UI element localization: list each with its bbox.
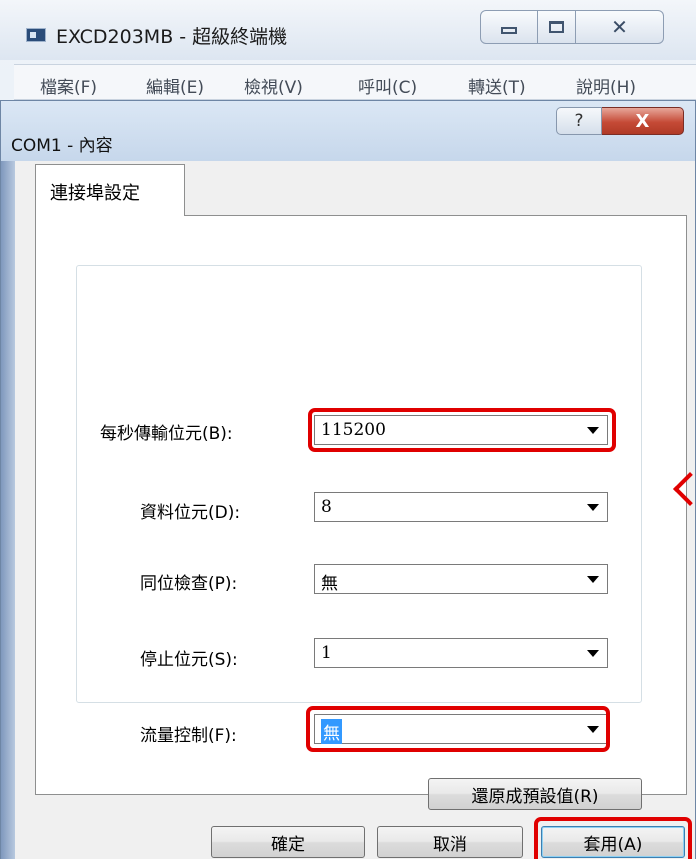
- properties-dialog: COM1 - 內容 ? X 連接埠設定 每秒傳輸位元(B): 115200 資料: [0, 100, 696, 859]
- dialog-client-area: 連接埠設定 每秒傳輸位元(B): 115200 資料位元(D): 8 同位檢查(…: [15, 161, 695, 859]
- help-icon: ?: [574, 111, 584, 131]
- restore-defaults-button[interactable]: 還原成預設值(R): [428, 778, 642, 810]
- help-button[interactable]: ?: [556, 107, 602, 135]
- tab-port-settings[interactable]: 連接埠設定: [35, 164, 185, 216]
- flow-control-select[interactable]: 無: [314, 714, 608, 744]
- baud-rate-label: 每秒傳輸位元(B):: [100, 424, 233, 444]
- baud-rate-value: 115200: [321, 420, 386, 440]
- menu-edit[interactable]: 編輯(E): [146, 73, 204, 98]
- close-icon: ✕: [611, 15, 628, 39]
- flow-control-value: 無: [321, 719, 342, 744]
- stop-bits-label: 停止位元(S):: [140, 650, 238, 670]
- minimize-icon: [501, 26, 517, 34]
- data-bits-select[interactable]: 8: [314, 492, 608, 522]
- parity-label: 同位檢查(P):: [140, 574, 238, 594]
- data-bits-value: 8: [321, 497, 332, 517]
- ok-button[interactable]: 確定: [211, 826, 365, 858]
- menu-view[interactable]: 檢視(V): [244, 73, 303, 98]
- chevron-down-icon: [587, 504, 599, 511]
- stop-bits-select[interactable]: 1: [314, 638, 608, 668]
- stop-bits-value: 1: [321, 643, 332, 663]
- maximize-icon: [549, 21, 564, 33]
- background-window-title: EXCD203MB - 超級終端機: [56, 26, 288, 48]
- menu-transfer[interactable]: 轉送(T): [468, 73, 526, 98]
- menu-call[interactable]: 呼叫(C): [358, 73, 417, 98]
- dialog-titlebar: COM1 - 內容 ? X: [1, 101, 695, 161]
- cancel-button[interactable]: 取消: [377, 826, 523, 858]
- dialog-close-button[interactable]: X: [602, 107, 684, 135]
- data-bits-label: 資料位元(D):: [140, 503, 241, 523]
- close-icon: X: [635, 110, 650, 132]
- background-titlebar: EXCD203MB - 超級終端機 ✕: [0, 0, 696, 60]
- dialog-frame-left: [1, 161, 15, 859]
- background-close-button[interactable]: ✕: [576, 10, 664, 44]
- minimize-button[interactable]: [480, 10, 538, 44]
- chevron-down-icon: [587, 650, 599, 657]
- menu-bar: 檔案(F) 編輯(E) 檢視(V) 呼叫(C) 轉送(T) 說明(H): [14, 64, 696, 100]
- maximize-button[interactable]: [538, 10, 576, 44]
- tab-label: 連接埠設定: [50, 183, 140, 204]
- chevron-down-icon: [587, 427, 599, 434]
- background-window-controls: ✕: [480, 10, 664, 44]
- app-icon: [26, 28, 46, 42]
- menu-help[interactable]: 說明(H): [576, 73, 636, 98]
- flow-control-label: 流量控制(F):: [140, 726, 237, 746]
- apply-button[interactable]: 套用(A): [541, 826, 685, 858]
- tab-panel: 每秒傳輸位元(B): 115200 資料位元(D): 8 同位檢查(P): 無 …: [35, 215, 687, 810]
- dialog-title: COM1 - 內容: [11, 136, 113, 156]
- chevron-down-icon: [587, 576, 599, 583]
- chevron-down-icon: [587, 726, 599, 733]
- baud-rate-select[interactable]: 115200: [314, 415, 608, 445]
- parity-select[interactable]: 無: [314, 564, 608, 594]
- menu-file[interactable]: 檔案(F): [40, 73, 97, 98]
- parity-value: 無: [321, 574, 338, 594]
- dialog-controls: ? X: [556, 107, 684, 135]
